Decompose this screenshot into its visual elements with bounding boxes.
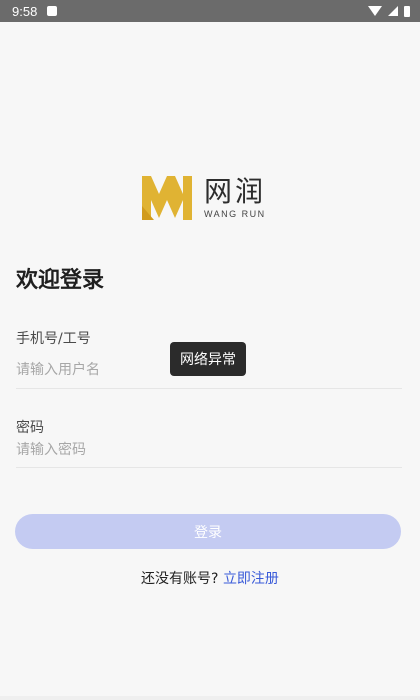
toast-message: 网络异常	[170, 342, 246, 376]
wifi-icon	[368, 6, 382, 16]
logo-mark-icon	[142, 176, 192, 220]
password-label: 密码	[16, 420, 44, 436]
brand-name-cn: 网润	[204, 175, 267, 208]
password-divider	[16, 467, 402, 468]
username-label: 手机号/工号	[16, 331, 91, 347]
status-time: 9:58	[12, 3, 38, 19]
status-icons	[368, 5, 410, 17]
register-link[interactable]: 立即注册	[223, 571, 279, 587]
login-button[interactable]: 登录	[15, 514, 401, 549]
brand-text: 网润 WANG RUN	[204, 175, 267, 220]
brand-logo: 网润 WANG RUN	[142, 176, 266, 220]
status-bar: 9:58	[0, 0, 420, 22]
battery-icon	[404, 5, 410, 17]
register-prompt: 还没有账号? 立即注册	[0, 568, 420, 588]
brand-name-en: WANG RUN	[204, 209, 266, 219]
register-question: 还没有账号?	[141, 571, 219, 587]
username-divider	[16, 388, 402, 389]
password-input[interactable]	[16, 437, 401, 463]
notification-icon	[47, 6, 58, 16]
page-title: 欢迎登录	[16, 268, 105, 293]
bottom-edge	[0, 696, 420, 700]
signal-icon	[388, 6, 398, 16]
